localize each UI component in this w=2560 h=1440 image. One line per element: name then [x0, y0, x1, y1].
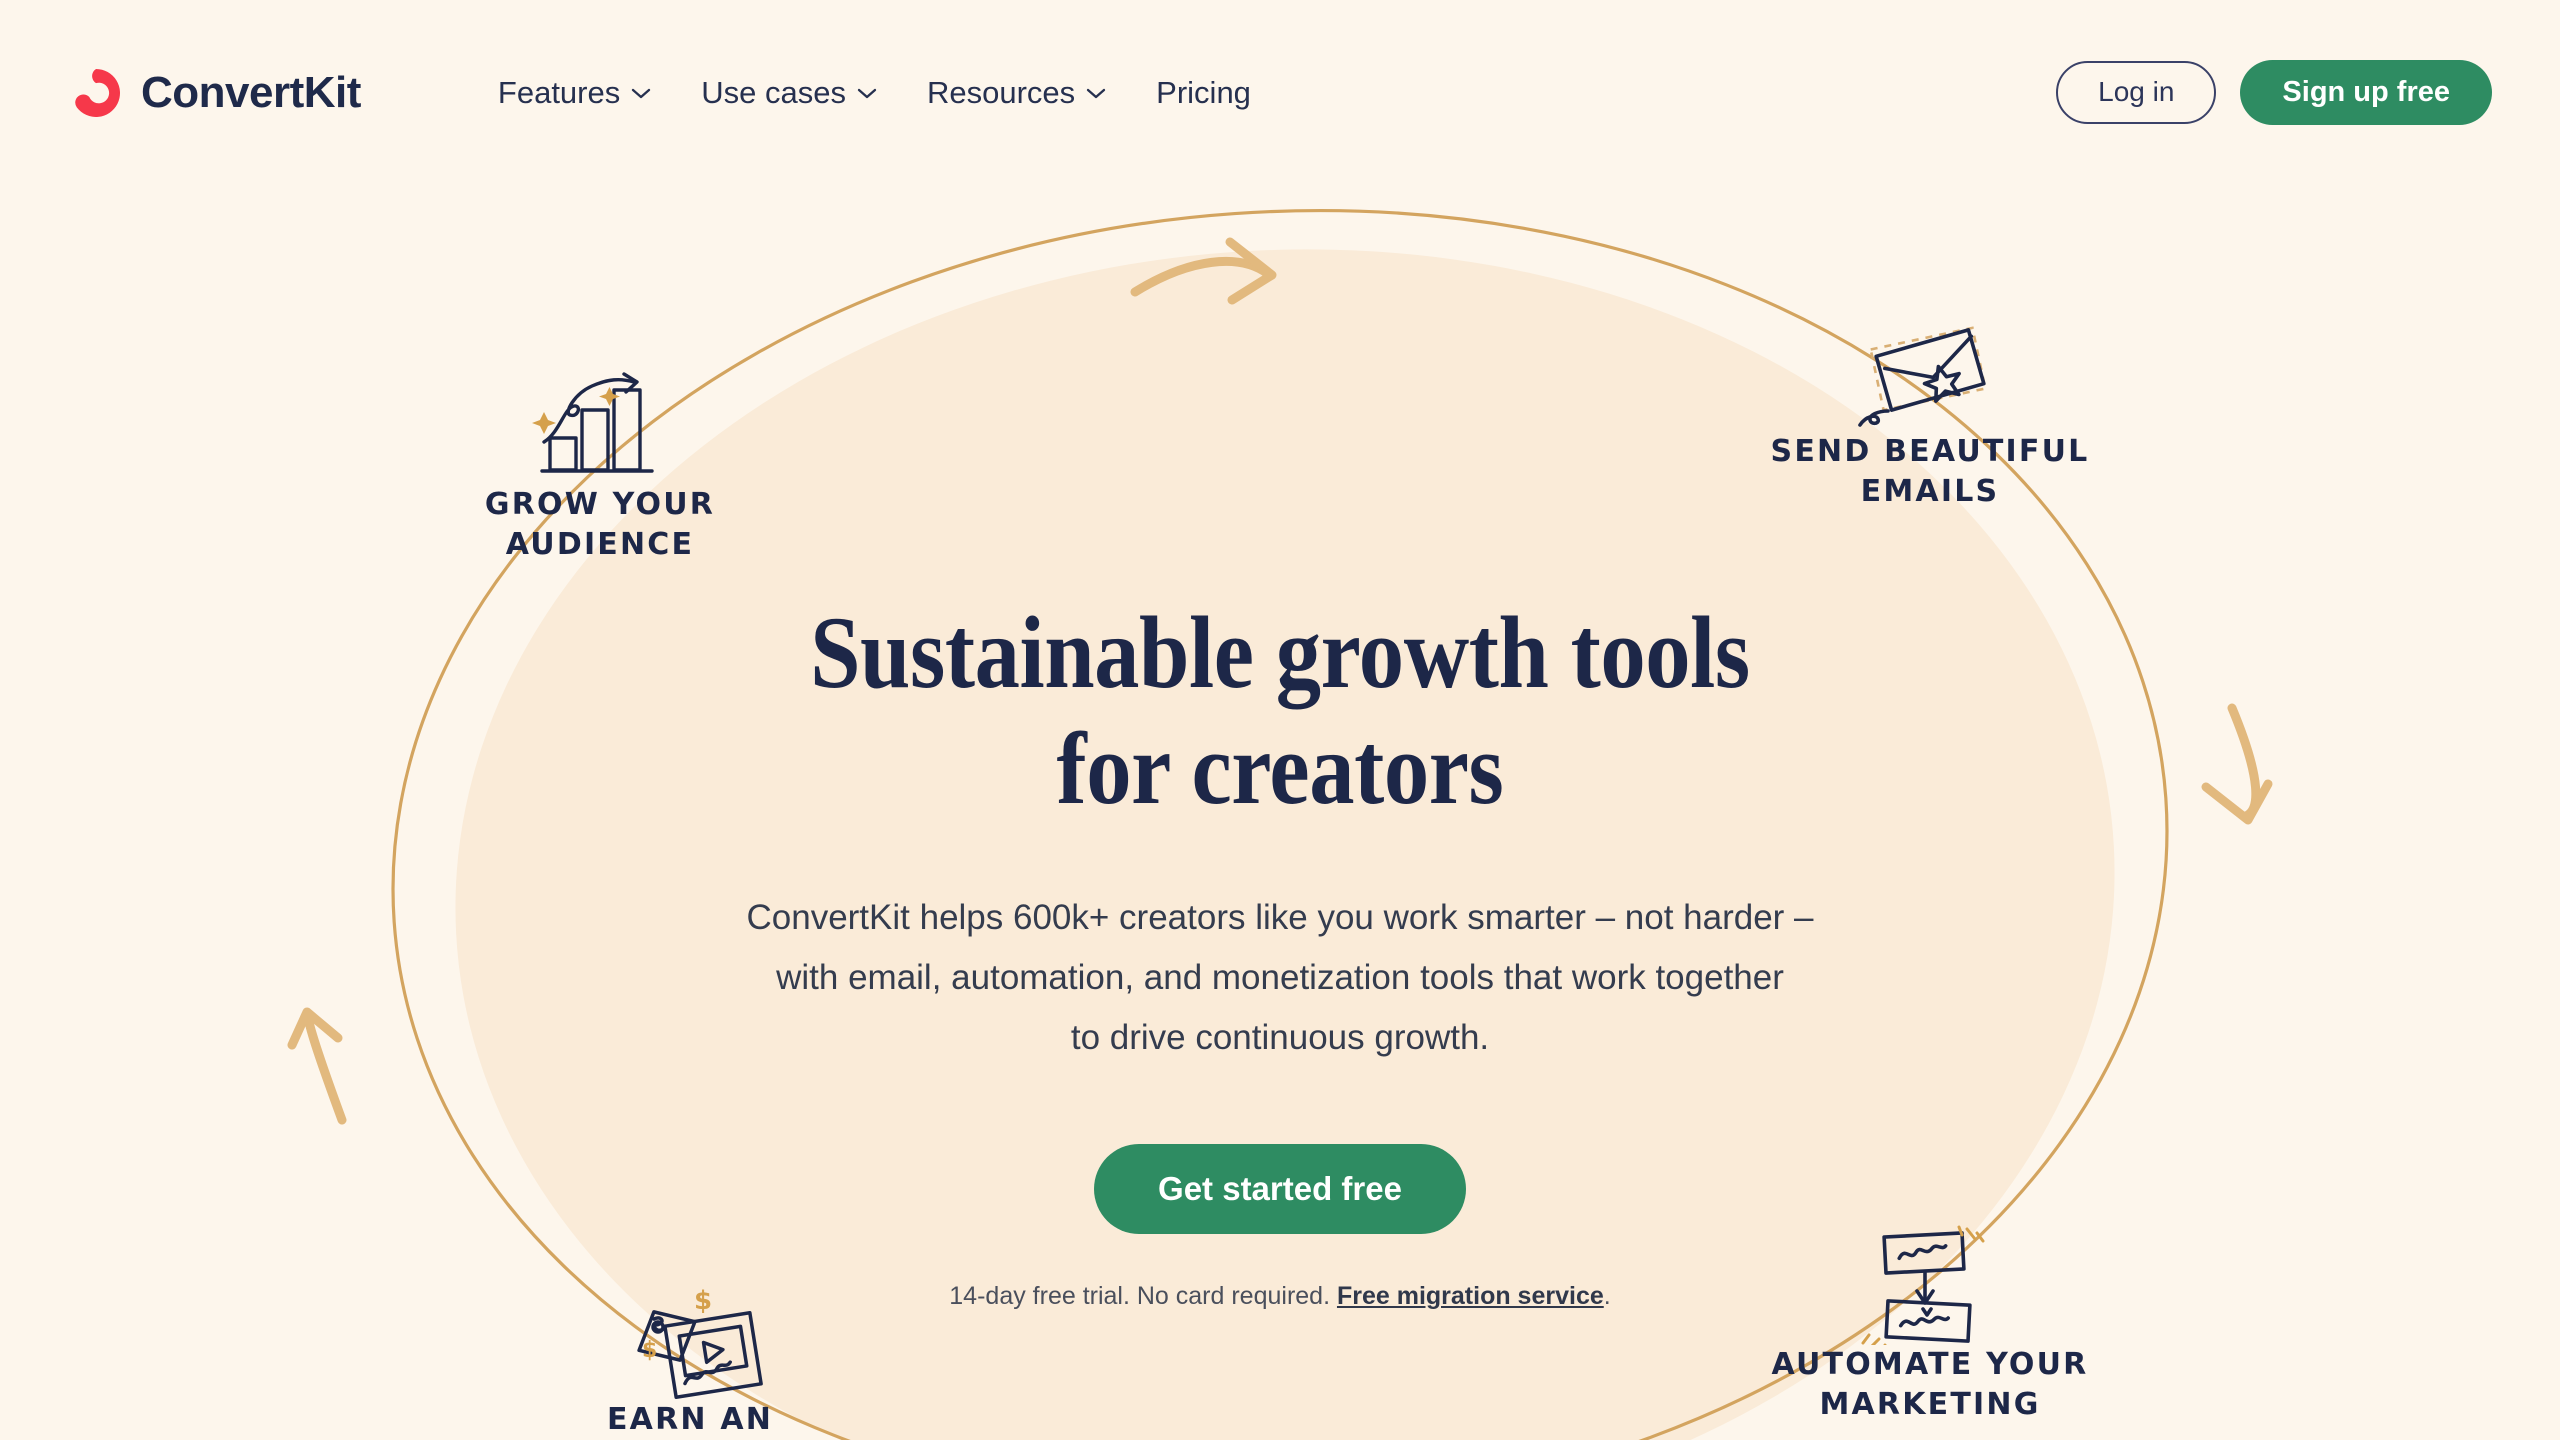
brand-name: ConvertKit [141, 67, 361, 117]
envelope-star-icon [1858, 326, 1987, 427]
hero-content: Sustainable growth tools for creators Co… [0, 0, 2560, 1440]
headline-line-1: Sustainable growth tools [810, 596, 1750, 710]
nav-label-resources: Resources [926, 74, 1076, 110]
price-tag-video-icon: $ $ [637, 1286, 763, 1400]
nav-item-resources[interactable]: Resources [902, 65, 1131, 121]
nav-label-use-cases: Use cases [701, 74, 846, 110]
svg-text:$: $ [642, 1338, 657, 1363]
hero-subheading: ConvertKit helps 600k+ creators like you… [746, 888, 1813, 1069]
gold-arrow-left [287, 1007, 347, 1125]
fineprint-period: . [1603, 1282, 1611, 1311]
callout-earn-income: $ $ EARN AN [530, 1275, 850, 1440]
nav-label-features: Features [497, 74, 621, 110]
header-actions: Log in Sign up free [2056, 59, 2492, 126]
brand-logo-link[interactable]: ConvertKit [68, 65, 361, 121]
login-button[interactable]: Log in [2056, 61, 2217, 124]
headline-line-2: for creators [1056, 712, 1504, 827]
automation-flow-icon [1861, 1225, 1985, 1345]
callout-label-automate-marketing: AUTOMATE YOUR MARKETING [1771, 1347, 2089, 1422]
chevron-down-icon [857, 88, 877, 98]
trial-fineprint: 14-day free trial. No card required. Fre… [949, 1282, 1610, 1311]
svg-text:$: $ [694, 1286, 712, 1316]
callout-grow-audience: GROW YOUR AUDIENCE [440, 370, 760, 565]
free-migration-service-link[interactable]: Free migration service [1337, 1282, 1604, 1310]
callout-send-emails: SEND BEAUTIFUL EMAILS [1760, 322, 2100, 512]
nav-item-pricing[interactable]: Pricing [1131, 65, 1276, 121]
site-header: ConvertKit Features Use cases Resources [0, 0, 2560, 185]
primary-navigation: Features Use cases Resources Pricing [473, 65, 1276, 121]
subhead-line-2: with email, automation, and monetization… [776, 957, 1784, 997]
chevron-down-icon [1087, 88, 1106, 98]
bar-chart-growth-icon [532, 372, 654, 473]
convertkit-swirl-logo-icon [75, 68, 120, 117]
nav-item-features[interactable]: Features [473, 65, 676, 121]
callout-label-earn-income: EARN AN [606, 1402, 774, 1437]
callout-automate-marketing: AUTOMATE YOUR MARKETING [1760, 1225, 2100, 1425]
subhead-line-1: ConvertKit helps 600k+ creators like you… [746, 897, 1814, 937]
nav-item-use-cases[interactable]: Use cases [676, 65, 902, 121]
subhead-line-3: to drive continuous growth. [1070, 1018, 1490, 1058]
gold-arrow-right [2201, 703, 2273, 825]
nav-label-pricing: Pricing [1156, 74, 1251, 110]
gold-arrow-top [1130, 237, 1277, 305]
fineprint-text: 14-day free trial. No card required. [949, 1282, 1337, 1311]
callout-label-send-emails: SEND BEAUTIFUL EMAILS [1770, 434, 2090, 509]
hero-page: ConvertKit Features Use cases Resources [0, 0, 2560, 1440]
chevron-down-icon [632, 88, 651, 98]
get-started-button[interactable]: Get started free [1094, 1144, 1466, 1235]
signup-button[interactable]: Sign up free [2240, 59, 2492, 126]
callout-label-grow-audience: GROW YOUR AUDIENCE [484, 487, 716, 562]
page-title: Sustainable growth tools for creators [810, 595, 1750, 828]
